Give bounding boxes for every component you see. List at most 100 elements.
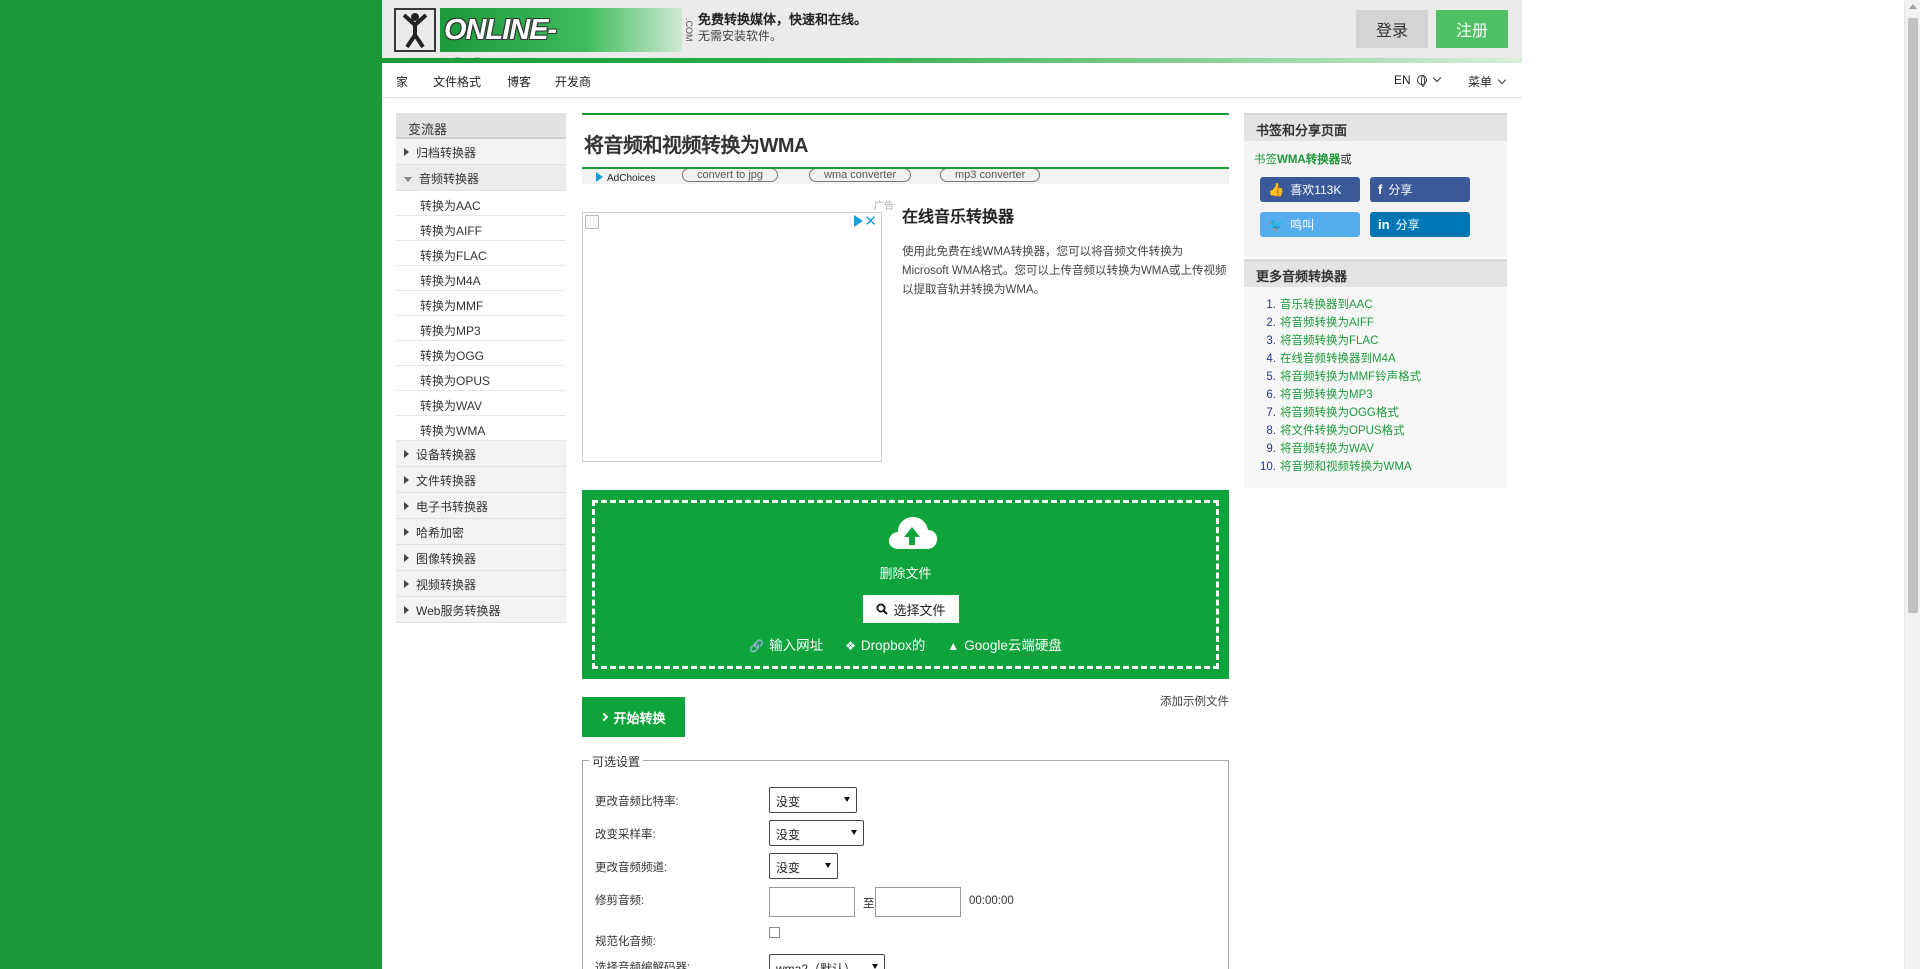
scroll-up-icon[interactable]	[1909, 4, 1917, 9]
sidebar-category-document[interactable]: 文件转换器	[396, 467, 566, 493]
tagline-line-1: 免费转换媒体，快速和在线。	[698, 12, 868, 27]
main-content: 将音频和视频转换为WMA AdChoices convert to jpg wm…	[582, 113, 1229, 969]
bitrate-select[interactable]: 没变	[769, 787, 857, 813]
ad-pill[interactable]: mp3 converter	[940, 169, 1041, 182]
nav-item-home[interactable]: 家	[396, 73, 408, 90]
sidebar-category-ebook[interactable]: 电子书转换器	[396, 493, 566, 519]
bookmark-link[interactable]: WMA转换器	[1277, 154, 1340, 166]
list-item-link[interactable]: 将音频转换为AIFF	[1280, 314, 1374, 332]
list-item[interactable]: 7. 将音频转换为OGG格式	[1244, 404, 1507, 422]
ad-pill[interactable]: convert to jpg	[682, 169, 779, 182]
scrollbar-thumb[interactable]	[1908, 18, 1918, 613]
sidebar-category-image[interactable]: 图像转换器	[396, 545, 566, 571]
page-background-right	[1522, 0, 1920, 969]
menu-dropdown[interactable]: 菜单	[1468, 73, 1507, 90]
list-item-link[interactable]: 将音频转换为MMF铃声格式	[1280, 368, 1421, 386]
list-item[interactable]: 4. 在线音频转换器到M4A	[1244, 350, 1507, 368]
linkedin-share-button[interactable]: in 分享	[1370, 212, 1470, 237]
ad-link-bar: AdChoices convert to jpg wma converter m…	[582, 169, 1229, 184]
page-container: ONLINE-CONVERT .COM 免费转换媒体，快速和在线。 无需安装软件…	[382, 0, 1522, 969]
sidebar-category-webservice[interactable]: Web服务转换器	[396, 597, 566, 623]
samplerate-select[interactable]: 没变	[769, 820, 864, 846]
site-logo[interactable]: ONLINE-CONVERT .COM	[394, 7, 694, 86]
advertisement-box[interactable]: ✕	[582, 212, 882, 462]
caret-right-icon	[404, 554, 409, 562]
list-item[interactable]: 5. 将音频转换为MMF铃声格式	[1244, 368, 1507, 386]
channels-select[interactable]: 没变	[769, 853, 838, 879]
list-item[interactable]: 8. 将文件转换为OPUS格式	[1244, 422, 1507, 440]
trim-end-input[interactable]	[875, 887, 961, 917]
adchoices-link[interactable]: AdChoices	[596, 171, 655, 184]
list-item[interactable]: 2. 将音频转换为AIFF	[1244, 314, 1507, 332]
google-drive-link[interactable]: ▲ Google云端硬盘	[947, 634, 1061, 654]
drop-zone[interactable]: 删除文件 选择文件 🔗 输入网址 ❖ Dropbox的 ▲ Google云端硬盘	[592, 500, 1219, 669]
close-icon[interactable]: ✕	[864, 212, 877, 230]
twitter-tweet-button[interactable]: 🐦 鸣叫	[1260, 212, 1360, 237]
list-item-link[interactable]: 将音频转换为OGG格式	[1280, 404, 1399, 422]
list-item-link[interactable]: 在线音频转换器到M4A	[1280, 350, 1396, 368]
sidebar-category-video[interactable]: 视频转换器	[396, 571, 566, 597]
sidebar-subitem-opus[interactable]: 转换为OPUS	[396, 366, 566, 391]
trim-start-input[interactable]	[769, 887, 855, 917]
title-bar: 将音频和视频转换为WMA	[582, 113, 1229, 167]
logo-wordmark: ONLINE-CONVERT	[439, 8, 682, 86]
caret-down-icon	[404, 176, 412, 182]
list-item-link[interactable]: 将音频转换为MP3	[1280, 386, 1373, 404]
dropbox-link[interactable]: ❖ Dropbox的	[845, 634, 925, 654]
facebook-share-button[interactable]: f 分享	[1370, 177, 1470, 202]
sidebar-category-label: 归档转换器	[416, 145, 477, 160]
sidebar-subitem-mp3[interactable]: 转换为MP3	[396, 316, 566, 341]
bookmark-suffix: 或	[1340, 154, 1352, 166]
list-item[interactable]: 9. 将音频转换为WAV	[1244, 440, 1507, 458]
list-item-link[interactable]: 将音频转换为WAV	[1280, 440, 1374, 458]
codec-label: 选择音频编解码器:	[595, 962, 691, 969]
sidebar-subitem-aiff[interactable]: 转换为AIFF	[396, 216, 566, 241]
sidebar-subitem-mmf[interactable]: 转换为MMF	[396, 291, 566, 316]
upload-area[interactable]: 删除文件 选择文件 🔗 输入网址 ❖ Dropbox的 ▲ Google云端硬盘	[582, 490, 1229, 679]
trim-time-readout: 00:00:00	[969, 895, 1014, 907]
sidebar-category-device[interactable]: 设备转换器	[396, 441, 566, 467]
language-selector[interactable]: EN	[1394, 73, 1442, 87]
enter-url-link[interactable]: 🔗 输入网址	[749, 634, 823, 654]
add-sample-file-link[interactable]: 添加示例文件	[1160, 693, 1229, 709]
login-button[interactable]: 登录	[1356, 10, 1428, 48]
sidebar-subitem-aac[interactable]: 转换为AAC	[396, 191, 566, 216]
list-item[interactable]: 6. 将音频转换为MP3	[1244, 386, 1507, 404]
list-item-link[interactable]: 将文件转换为OPUS格式	[1280, 422, 1405, 440]
normalize-checkbox[interactable]	[769, 927, 780, 938]
register-button[interactable]: 注册	[1436, 10, 1508, 48]
list-item-link[interactable]: 音乐转换器到AAC	[1280, 296, 1373, 314]
list-item[interactable]: 3. 将音频转换为FLAC	[1244, 332, 1507, 350]
page-title: 将音频和视频转换为WMA	[584, 135, 808, 157]
ad-label: 广告	[874, 201, 894, 212]
list-item-link[interactable]: 将音频和视频转换为WMA	[1280, 458, 1412, 476]
list-item[interactable]: 1. 音乐转换器到AAC	[1244, 296, 1507, 314]
choose-file-button[interactable]: 选择文件	[863, 595, 959, 623]
google-drive-icon: ▲	[947, 639, 960, 653]
nav-item-file-formats[interactable]: 文件格式	[433, 73, 481, 90]
more-converters-title: 更多音频转换器	[1244, 261, 1507, 287]
caret-right-icon	[404, 148, 409, 156]
adchoices-icon[interactable]	[854, 215, 863, 227]
sidebar-subitem-flac[interactable]: 转换为FLAC	[396, 241, 566, 266]
dropbox-label: Dropbox的	[860, 638, 926, 653]
ad-pill[interactable]: wma converter	[809, 169, 912, 182]
logo-figure-icon	[394, 8, 436, 52]
caret-right-icon	[404, 476, 409, 484]
menu-label: 菜单	[1468, 75, 1493, 89]
codec-select[interactable]: wma2（默认）	[769, 954, 885, 969]
start-conversion-button[interactable]: 开始转换	[582, 697, 685, 737]
sidebar-category-archive[interactable]: 归档转换器	[396, 139, 566, 165]
nav-item-blog[interactable]: 博客	[507, 73, 531, 90]
sidebar-subitem-ogg[interactable]: 转换为OGG	[396, 341, 566, 366]
sidebar-category-hash[interactable]: 哈希加密	[396, 519, 566, 545]
sidebar-subitem-wma[interactable]: 转换为WMA	[396, 416, 566, 441]
sidebar-subitem-m4a[interactable]: 转换为M4A	[396, 266, 566, 291]
list-item[interactable]: 10. 将音频和视频转换为WMA	[1244, 458, 1507, 476]
list-item-link[interactable]: 将音频转换为FLAC	[1280, 332, 1378, 350]
vertical-scrollbar[interactable]	[1904, 0, 1920, 969]
facebook-like-button[interactable]: 👍 喜欢113K	[1260, 177, 1360, 202]
sidebar-category-audio[interactable]: 音频转换器	[396, 165, 566, 191]
nav-item-developers[interactable]: 开发商	[555, 73, 591, 90]
sidebar-subitem-wav[interactable]: 转换为WAV	[396, 391, 566, 416]
